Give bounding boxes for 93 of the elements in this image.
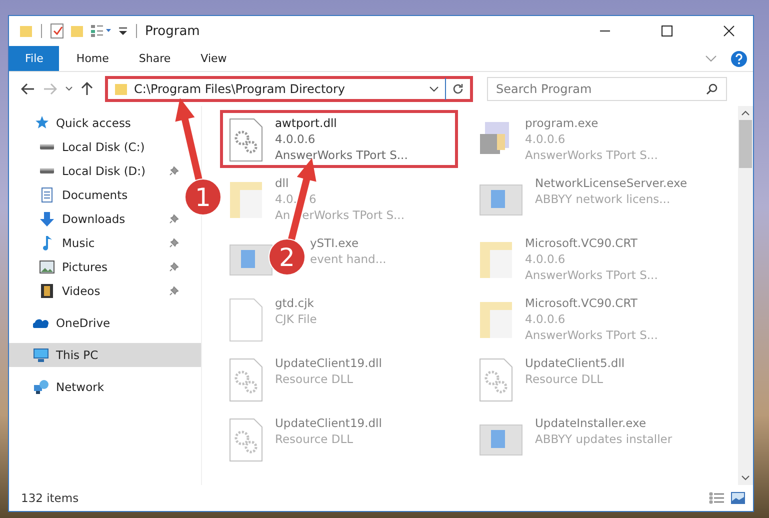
pin-icon[interactable] bbox=[169, 214, 179, 224]
file-name: Microsoft.VC90.CRT bbox=[525, 236, 638, 251]
download-icon bbox=[39, 211, 55, 227]
search-icon[interactable] bbox=[706, 83, 718, 95]
recent-locations-icon[interactable] bbox=[65, 86, 73, 92]
step-badge: 2 bbox=[268, 238, 306, 276]
pin-icon[interactable] bbox=[169, 238, 179, 248]
file-name: UpdateClient5.dll bbox=[525, 356, 625, 371]
network-icon bbox=[33, 379, 49, 395]
file-detail: erWorks TPort S... bbox=[302, 207, 404, 223]
file-name: ySTI.exe bbox=[310, 236, 359, 251]
file-name: UpdateClient19.dll bbox=[275, 356, 382, 371]
drive-icon bbox=[39, 144, 55, 150]
ribbon-tab[interactable]: File bbox=[9, 46, 60, 71]
large-icons-view-icon[interactable] bbox=[731, 492, 745, 504]
folder-icon bbox=[114, 83, 128, 95]
gear-file-icon bbox=[229, 418, 263, 462]
pin-icon[interactable] bbox=[169, 286, 179, 296]
film-icon bbox=[39, 283, 55, 299]
scroll-up-icon[interactable] bbox=[741, 110, 750, 116]
ribbon-tab[interactable]: Share bbox=[126, 46, 184, 71]
file-name: UpdateInstaller.exe bbox=[535, 416, 646, 431]
dropdown-icon[interactable] bbox=[429, 86, 439, 92]
window-title: Program bbox=[145, 24, 200, 38]
file-detail: AnswerWorks TPort S... bbox=[525, 147, 658, 163]
file-detail: 4.0.0.6 bbox=[275, 131, 316, 147]
file-name: program.exe bbox=[525, 116, 598, 131]
sidebar-item[interactable]: OneDrive bbox=[9, 311, 201, 335]
file-detail: AnswerWorks TPort S... bbox=[275, 147, 408, 163]
pin-icon[interactable] bbox=[169, 262, 179, 272]
file-detail: event hand... bbox=[310, 251, 386, 267]
drive-icon bbox=[39, 168, 55, 174]
file-detail: Resource DLL bbox=[275, 431, 354, 447]
sidebar-item[interactable]: Music bbox=[9, 231, 185, 255]
file-name: UpdateClient19.dll bbox=[275, 416, 382, 431]
sidebar-item[interactable]: Videos bbox=[9, 279, 185, 303]
star-icon bbox=[33, 115, 49, 131]
file-name: Microsoft.VC90.CRT bbox=[525, 296, 638, 311]
address-path: C:\Program Files\Program Directory bbox=[134, 82, 346, 96]
details-view-icon[interactable] bbox=[709, 492, 725, 504]
file-detail: 4.0.0.6 bbox=[525, 131, 566, 147]
monitor-icon bbox=[33, 347, 49, 363]
step-badge: 1 bbox=[184, 178, 222, 216]
chevron-down-icon[interactable] bbox=[705, 54, 717, 62]
file-detail: Resource DLL bbox=[275, 371, 354, 387]
refresh-icon[interactable] bbox=[452, 83, 464, 95]
blank-file-icon bbox=[229, 298, 263, 342]
file-name: awtport.dll bbox=[275, 116, 337, 131]
file-detail: An bbox=[275, 207, 290, 223]
file-name: NetworkLicenseServer.exe bbox=[535, 176, 688, 191]
gear-file-icon bbox=[229, 358, 263, 402]
scroll-down-icon[interactable] bbox=[741, 475, 750, 481]
file-detail: AnswerWorks TPort S... bbox=[525, 327, 658, 343]
customize-icon[interactable] bbox=[118, 25, 128, 37]
pin-icon[interactable] bbox=[169, 166, 179, 176]
sidebar-item[interactable]: Local Disk (D:) bbox=[9, 159, 185, 183]
document-icon bbox=[39, 187, 55, 203]
file-detail: ABBYY updates installer bbox=[535, 431, 672, 447]
up-icon[interactable] bbox=[81, 82, 93, 96]
file-detail: 4.0.0.6 bbox=[525, 251, 566, 267]
view-icon[interactable] bbox=[90, 24, 112, 38]
file-detail: 6 bbox=[308, 191, 316, 207]
gear-file-icon bbox=[229, 118, 263, 162]
highlighted-file-item[interactable]: awtport.dll 4.0.0.6 AnswerWorks TPort S... bbox=[220, 110, 458, 168]
properties-icon[interactable] bbox=[50, 23, 64, 39]
file-detail: 4.0. bbox=[275, 191, 297, 207]
picture-icon bbox=[39, 259, 55, 275]
file-name: dll bbox=[275, 176, 289, 191]
file-name: gtd.cjk bbox=[275, 296, 314, 311]
back-icon[interactable] bbox=[21, 83, 35, 95]
file-detail: AnswerWorks TPort S... bbox=[525, 267, 658, 283]
file-detail: 4.0.0.6 bbox=[525, 311, 566, 327]
maximize-icon[interactable] bbox=[661, 25, 673, 37]
file-detail: ABBYY network licens... bbox=[535, 191, 670, 207]
sidebar-item[interactable]: Network bbox=[9, 375, 201, 399]
item-count: 132 items bbox=[21, 491, 79, 505]
address-bar[interactable]: C:\Program Files\Program Directory bbox=[105, 76, 473, 102]
sidebar-item[interactable]: Pictures bbox=[9, 255, 185, 279]
close-icon[interactable] bbox=[723, 25, 735, 37]
file-detail: CJK File bbox=[275, 311, 317, 327]
ribbon-tab[interactable]: View bbox=[188, 46, 240, 71]
gear-file-icon bbox=[479, 358, 513, 402]
scrollbar-thumb[interactable] bbox=[739, 120, 752, 168]
help-icon[interactable] bbox=[731, 50, 747, 66]
sidebar-item[interactable]: Local Disk (C:) bbox=[9, 135, 185, 159]
file-detail: Resource DLL bbox=[525, 371, 604, 387]
sidebar-item[interactable]: Downloads bbox=[9, 207, 185, 231]
search-field[interactable]: Search Program bbox=[487, 77, 727, 101]
ribbon-tab[interactable]: Home bbox=[63, 46, 122, 71]
sidebar-item[interactable]: Documents bbox=[9, 183, 185, 207]
sidebar-item[interactable]: Quick access bbox=[9, 111, 201, 135]
sidebar-item[interactable]: This PC bbox=[9, 343, 201, 367]
scrollbar[interactable] bbox=[738, 106, 753, 485]
